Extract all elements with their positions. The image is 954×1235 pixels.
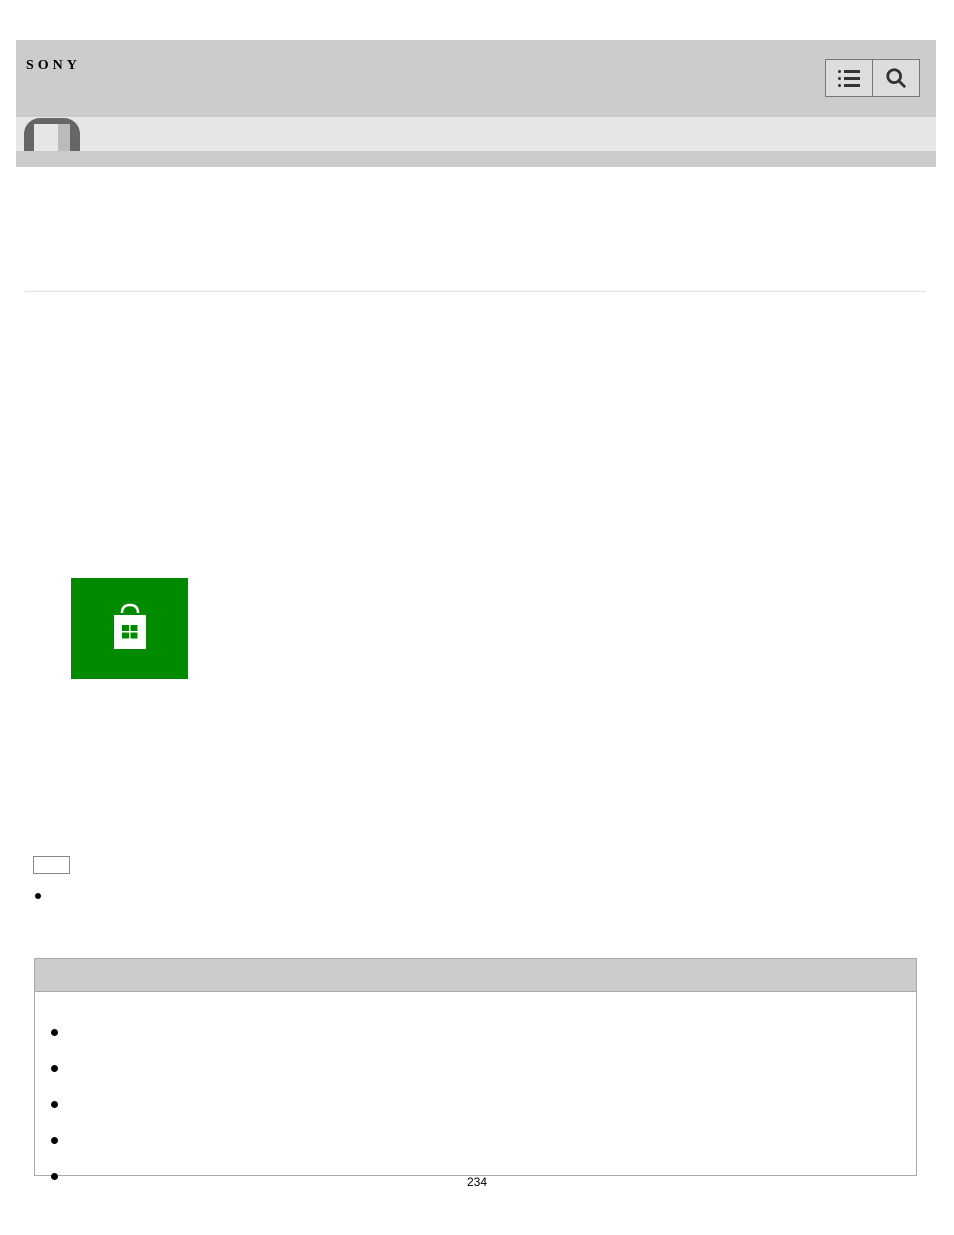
- content-divider: [25, 291, 926, 292]
- brand-logo: SONY: [26, 58, 81, 74]
- table-header: [35, 959, 916, 992]
- header-bar: SONY: [16, 40, 936, 117]
- store-bag-icon: [106, 601, 154, 657]
- folder-icon: [24, 118, 80, 151]
- sub-header-bar: [16, 117, 936, 151]
- windows-store-tile[interactable]: [71, 578, 188, 679]
- table-body: [35, 992, 916, 1175]
- list-item[interactable]: [51, 1014, 900, 1050]
- page-number: 234: [0, 1175, 954, 1189]
- header-bottom-strip: [16, 151, 936, 167]
- list-item[interactable]: [51, 1050, 900, 1086]
- list-icon: [838, 70, 860, 87]
- list-item[interactable]: [51, 1086, 900, 1122]
- related-topics-table: [34, 958, 917, 1176]
- note-bullet: [35, 893, 41, 899]
- search-button[interactable]: [872, 59, 920, 97]
- list-item[interactable]: [51, 1122, 900, 1158]
- note-label-box: [33, 856, 70, 874]
- search-icon: [885, 67, 907, 89]
- menu-button[interactable]: [825, 59, 873, 97]
